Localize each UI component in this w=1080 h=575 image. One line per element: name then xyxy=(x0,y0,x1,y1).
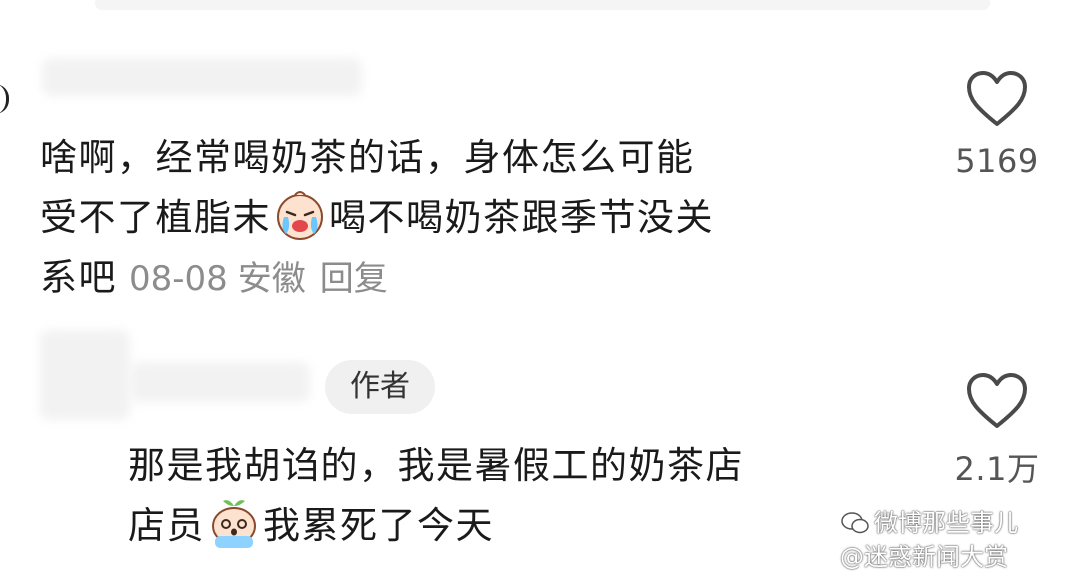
like-button-1[interactable]: 5169 xyxy=(942,70,1052,180)
comment-date: 08-08 xyxy=(129,259,228,299)
author-badge: 作者 xyxy=(325,360,435,414)
crying-sprout-emoji-icon xyxy=(212,500,256,548)
watermark-line: @迷惑新闻大赏 xyxy=(840,543,1008,571)
comment-location: 安徽 xyxy=(237,259,306,299)
reply-button[interactable]: 回复 xyxy=(320,259,388,299)
watermark-line: 微博那些事儿 xyxy=(874,509,1018,537)
comment-text: 店员 xyxy=(128,504,205,547)
comment-thread: 啥啊，经常喝奶茶的话，身体怎么可能 受不了植脂末 喝不喝奶茶跟季节没关 系吧 08… xyxy=(0,0,1080,575)
input-bar-edge xyxy=(95,0,990,10)
comment-text: 我累死了今天 xyxy=(263,504,494,547)
heart-outline-icon xyxy=(967,373,1027,428)
comment-body-2: 那是我胡诌的，我是暑假工的奶茶店 店员 我累死了今天 xyxy=(128,436,744,556)
avatar-edge xyxy=(0,84,9,114)
like-button-2[interactable]: 2.1万 xyxy=(942,372,1052,490)
blurred-username xyxy=(130,362,310,402)
like-count: 2.1万 xyxy=(954,450,1040,488)
comment-text: 系吧 xyxy=(40,256,117,299)
blurred-avatar xyxy=(40,330,130,420)
comment-text: 受不了植脂末 xyxy=(40,196,271,239)
watermark: 微博那些事儿 @迷惑新闻大赏 xyxy=(840,506,1080,574)
crying-face-emoji-icon xyxy=(277,191,323,240)
heart-outline-icon xyxy=(967,71,1027,126)
comment-body-1: 啥啊，经常喝奶茶的话，身体怎么可能 受不了植脂末 喝不喝奶茶跟季节没关 系吧 08… xyxy=(40,128,714,309)
comment-text: 啥啊，经常喝奶茶的话，身体怎么可能 xyxy=(40,136,695,179)
comment-text: 那是我胡诌的，我是暑假工的奶茶店 xyxy=(128,444,744,487)
wechat-icon xyxy=(841,512,869,534)
like-count: 5169 xyxy=(955,142,1039,180)
blurred-username xyxy=(42,58,362,96)
comment-text: 喝不喝奶茶跟季节没关 xyxy=(329,196,714,239)
